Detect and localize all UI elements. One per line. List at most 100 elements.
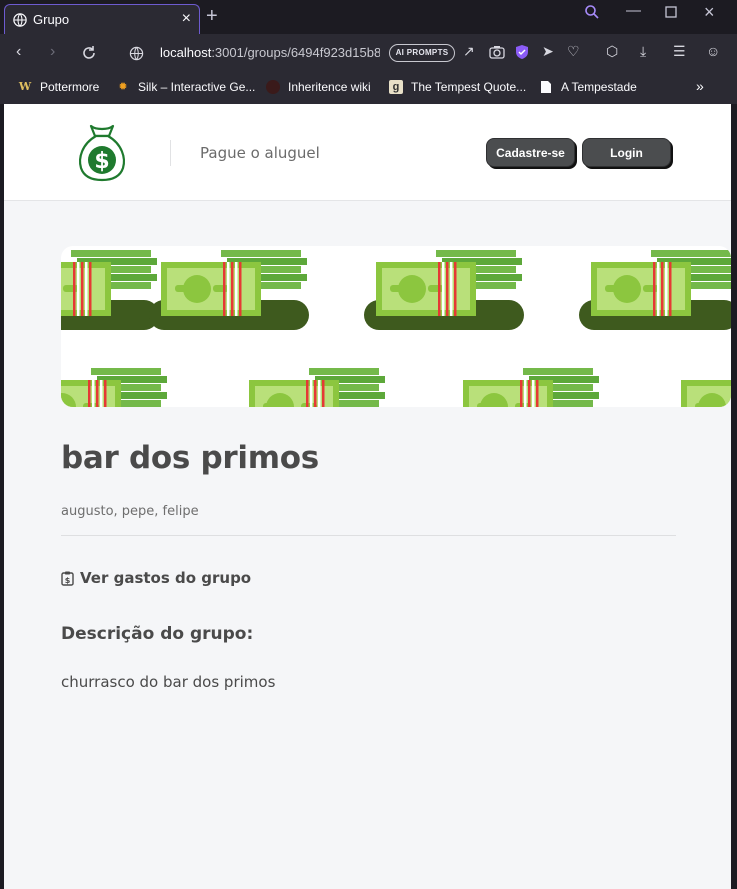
bill-band [100, 380, 103, 407]
bill-band [231, 262, 234, 316]
svg-text:$: $ [65, 576, 71, 585]
site-header: $ Pague o aluguel Cadastre-se Login [4, 104, 731, 201]
bookmarks-bar: W Pottermore ✹ Silk – Interactive Ge... … [0, 72, 737, 104]
close-tab-icon[interactable]: × [182, 11, 191, 27]
silk-icon: ✹ [118, 81, 128, 93]
shield-icon[interactable] [515, 44, 529, 60]
bill-band [454, 262, 457, 316]
bookmark-label: Pottermore [40, 80, 100, 94]
bill-band [227, 262, 230, 316]
bill-band [77, 262, 80, 316]
heart-icon[interactable]: ♡ [567, 43, 580, 60]
bill-band [657, 262, 660, 316]
inheritance-icon [266, 80, 280, 94]
group-description: churrasco do bar dos primos [61, 673, 276, 691]
money-pattern [61, 250, 731, 407]
bookmark-silk[interactable]: ✹ Silk – Interactive Ge... [116, 80, 255, 94]
login-button[interactable]: Login [582, 138, 671, 167]
send-icon[interactable]: ➤ [542, 43, 554, 60]
forward-icon[interactable]: › [50, 43, 55, 61]
svg-text:$: $ [94, 149, 109, 174]
bookmark-a-tempestade[interactable]: A Tempestade [539, 80, 637, 94]
bill-band [85, 262, 88, 316]
signup-button[interactable]: Cadastre-se [486, 138, 575, 167]
bill-band [520, 380, 523, 407]
profile-icon[interactable]: ☺ [706, 43, 720, 59]
bill-band [442, 262, 445, 316]
bill-edge [221, 250, 301, 257]
bill-band [438, 262, 441, 316]
goodreads-icon: g [389, 80, 403, 94]
bookmark-label: A Tempestade [561, 80, 637, 94]
bill-band [532, 380, 535, 407]
bill-band [661, 262, 664, 316]
divider [61, 535, 676, 536]
bookmark-label: The Tempest Quote... [411, 80, 527, 94]
bill-band [104, 380, 107, 407]
address-bar[interactable]: localhost:3001/groups/6494f923d15b8 [160, 45, 380, 60]
bookmark-inheritence[interactable]: Inheritence wiki [266, 80, 371, 94]
new-tab-icon[interactable]: + [206, 5, 218, 28]
close-window-icon[interactable]: × [704, 2, 715, 23]
bill-band [88, 380, 91, 407]
bill-edge [71, 250, 151, 257]
bill-band [89, 262, 92, 316]
header-divider [170, 140, 171, 166]
bill-mark [175, 285, 191, 292]
reload-icon[interactable] [81, 45, 97, 61]
bookmark-label: Inheritence wiki [288, 80, 371, 94]
bill-band [310, 380, 313, 407]
bookmark-tempest-quotes[interactable]: g The Tempest Quote... [389, 80, 526, 94]
group-members: augusto, pepe, felipe [61, 504, 199, 519]
bill-band [524, 380, 527, 407]
document-icon [541, 81, 551, 93]
bill-band [528, 380, 531, 407]
bill-mark [605, 285, 621, 292]
bill-band [81, 262, 84, 316]
bill-mark [428, 285, 444, 292]
view-expenses-label: Ver gastos do grupo [80, 569, 252, 587]
nav-pague-aluguel-link[interactable]: Pague o aluguel [200, 144, 320, 162]
maximize-icon[interactable] [665, 6, 677, 18]
bill-band [235, 262, 238, 316]
ai-prompts-button[interactable]: AI PROMPTS [389, 44, 455, 62]
view-expenses-link[interactable]: $ Ver gastos do grupo [61, 569, 251, 587]
page-content: $ Pague o aluguel Cadastre-se Login bar … [4, 104, 731, 889]
window-edge [731, 104, 737, 889]
bill-mark [695, 403, 711, 407]
bill-band [446, 262, 449, 316]
minimize-icon[interactable]: — [626, 2, 641, 19]
bill-edge [523, 368, 593, 375]
bill-mark [263, 403, 279, 407]
bill-mark [213, 285, 229, 292]
bill-mark [63, 285, 79, 292]
settings-sliders-icon[interactable]: ☰ [673, 43, 686, 60]
bill-band [239, 262, 242, 316]
url-path: :3001/groups/6494f923d15b8 [211, 45, 380, 60]
bookmark-label: Silk – Interactive Ge... [138, 80, 256, 94]
back-icon[interactable]: ‹ [16, 43, 21, 61]
bill-band [223, 262, 226, 316]
bill-band [306, 380, 309, 407]
browser-toolbar: ‹ › localhost:3001/groups/6494f923d15b8 … [0, 34, 737, 72]
description-heading: Descrição do grupo: [61, 624, 254, 644]
share-icon[interactable]: ↗ [463, 43, 475, 60]
bill-band [73, 262, 76, 316]
extensions-icon[interactable]: ⬡ [606, 43, 618, 60]
clipboard-dollar-icon: $ [61, 571, 74, 586]
bookmark-pottermore[interactable]: W Pottermore [18, 80, 100, 94]
browser-tab[interactable]: Grupo × [4, 4, 200, 34]
screenshot-icon[interactable] [489, 45, 505, 59]
money-bag-logo-icon[interactable]: $ [76, 122, 128, 182]
search-icon[interactable] [584, 4, 600, 20]
site-info-icon[interactable] [129, 46, 144, 61]
bill-band [536, 380, 539, 407]
bookmarks-overflow-icon[interactable]: » [696, 78, 704, 94]
tab-title: Grupo [33, 12, 70, 27]
download-icon[interactable]: ⤓ [640, 43, 646, 60]
bill-edge [651, 250, 731, 257]
bill-edge [309, 368, 379, 375]
bill-band [669, 262, 672, 316]
bill-band [96, 380, 99, 407]
bill-mark [643, 285, 659, 292]
